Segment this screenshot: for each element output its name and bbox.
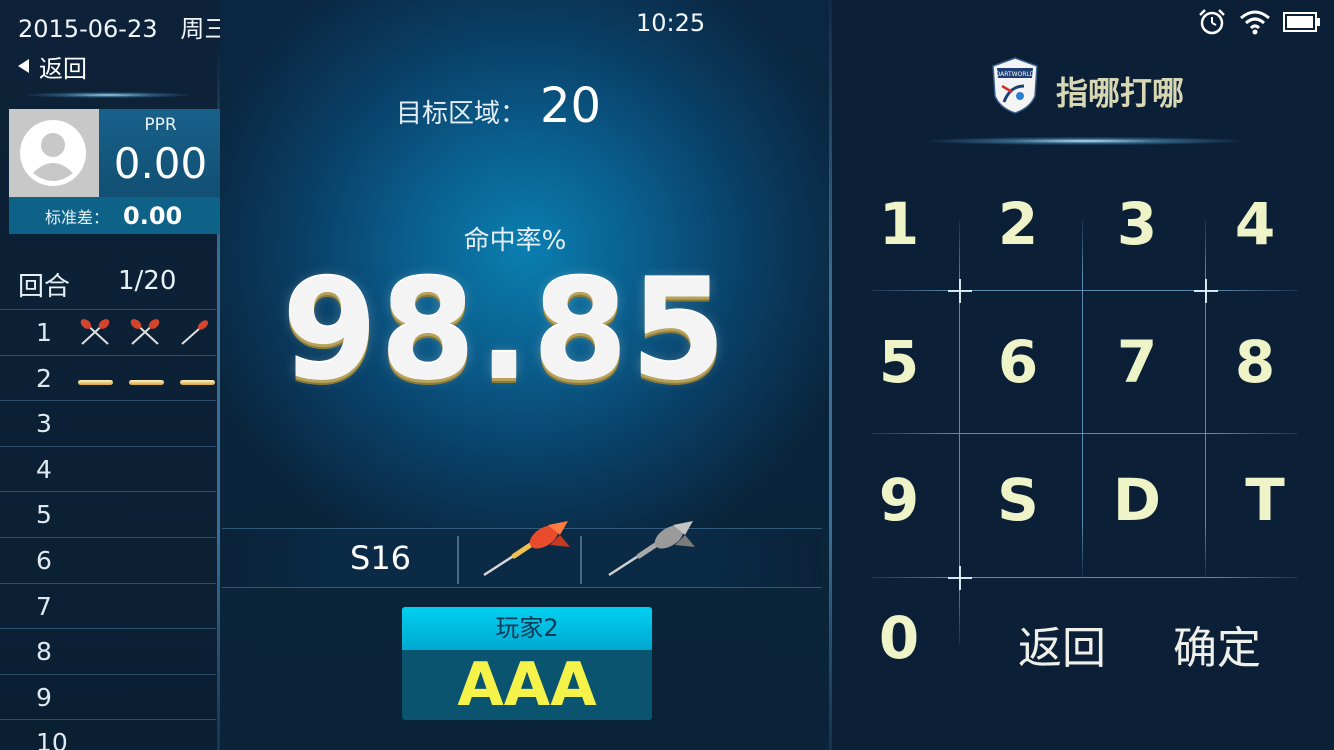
player-stats-card: PPR 0.00 标准差： 0.00 [9, 109, 222, 234]
round-number: 7 [36, 591, 52, 621]
keypad-sparkle [948, 279, 972, 303]
keypad-back-button[interactable]: 返回 [1003, 612, 1121, 676]
app-title: 指哪打哪 [1056, 74, 1185, 112]
miss-dash-icon [78, 380, 113, 386]
keypad-sparkle [948, 566, 972, 590]
round-number: 10 [36, 728, 68, 750]
round-number: 4 [36, 454, 52, 484]
key-8[interactable]: 8 [1196, 328, 1314, 396]
round-row: 6 [0, 536, 216, 583]
round-row: 3 [0, 400, 216, 446]
key-5[interactable]: 5 [840, 328, 958, 396]
std-dev-value: 0.00 [123, 201, 183, 230]
key-triple[interactable]: T [1206, 466, 1324, 534]
back-arrow-icon [18, 59, 29, 73]
player-label: 玩家2 [402, 607, 652, 650]
round-number: 5 [36, 500, 52, 530]
round-row: 1 [0, 309, 216, 355]
round-number: 3 [36, 409, 52, 439]
ppr-value: 0.00 [113, 139, 208, 188]
crossed-darts-icon [80, 319, 110, 345]
rounds-list: 1 2 3 4 5 6 7 8 9 10 [0, 309, 216, 750]
std-dev-row: 标准差： 0.00 [9, 197, 222, 234]
miss-dash-icon [180, 380, 215, 386]
avatar-placeholder-icon [20, 120, 86, 186]
round-number: 6 [36, 545, 52, 575]
dart-slot-separator [457, 536, 459, 584]
keypad-sparkle [1194, 279, 1218, 303]
round-row: 5 [0, 491, 216, 537]
alarm-icon [1199, 9, 1225, 35]
last-throw-score: S16 [350, 539, 412, 577]
round-counter: 1/20 [118, 266, 177, 296]
round-number: 1 [36, 318, 52, 347]
status-date: 2015-06-23 周三 [18, 9, 228, 44]
round-number: 9 [36, 682, 52, 712]
round-row: 2 [0, 354, 216, 401]
std-dev-label: 标准差： [45, 207, 110, 227]
key-3[interactable]: 3 [1078, 190, 1196, 258]
target-area: 目标区域： 20 [396, 78, 601, 134]
dartworld-logo: DARTWORLD [992, 57, 1038, 114]
target-label: 目标区域： [396, 99, 527, 129]
back-button[interactable]: 返回 [18, 50, 87, 83]
left-glow-divider [28, 92, 188, 98]
dart-slot-separator [580, 536, 582, 584]
status-time: 10:25 [636, 9, 706, 37]
current-player-box: 玩家2 AAA [402, 607, 652, 720]
right-glow-divider [930, 137, 1240, 145]
keypad-grid-line [872, 577, 1298, 578]
key-2[interactable]: 2 [959, 190, 1077, 258]
round-row: 4 [0, 445, 216, 492]
battery-icon [1283, 12, 1320, 32]
status-icons [1197, 8, 1321, 36]
keypad-confirm-button[interactable]: 确定 [1158, 612, 1276, 676]
key-1[interactable]: 1 [840, 190, 958, 258]
dart-red-icon [483, 521, 570, 577]
logo-text: DARTWORLD [996, 71, 1035, 78]
key-7[interactable]: 7 [1078, 328, 1196, 396]
round-number: 2 [36, 363, 52, 393]
key-single[interactable]: S [959, 466, 1077, 534]
key-0[interactable]: 0 [840, 604, 958, 672]
round-row: 9 [0, 673, 216, 720]
key-4[interactable]: 4 [1196, 190, 1314, 258]
dart-icon [181, 320, 209, 345]
round-number: 8 [36, 637, 52, 667]
avatar[interactable] [9, 109, 99, 197]
ppr-box: PPR 0.00 [99, 109, 222, 197]
key-9[interactable]: 9 [840, 466, 958, 534]
round-label: 回合 [18, 272, 71, 302]
key-6[interactable]: 6 [959, 328, 1077, 396]
round-row: 10 [0, 719, 216, 750]
round-marks [78, 316, 212, 348]
keypad-grid-line [872, 290, 1298, 291]
round-row: 7 [0, 582, 216, 629]
ppr-label: PPR [144, 115, 177, 135]
target-value: 20 [540, 78, 602, 134]
round-marks [78, 362, 215, 394]
round-row: 8 [0, 628, 216, 674]
player-name: AAA [457, 650, 597, 720]
hit-rate-value: 98.85 [281, 250, 729, 411]
dart-grey-icon [608, 521, 695, 577]
back-button-label: 返回 [39, 54, 87, 83]
miss-dash-icon [129, 380, 164, 386]
keypad-grid-line [872, 433, 1298, 434]
wifi-icon [1240, 10, 1270, 35]
key-double[interactable]: D [1078, 466, 1196, 534]
date-text: 2015-06-23 [18, 15, 158, 43]
crossed-darts-icon [130, 319, 160, 345]
